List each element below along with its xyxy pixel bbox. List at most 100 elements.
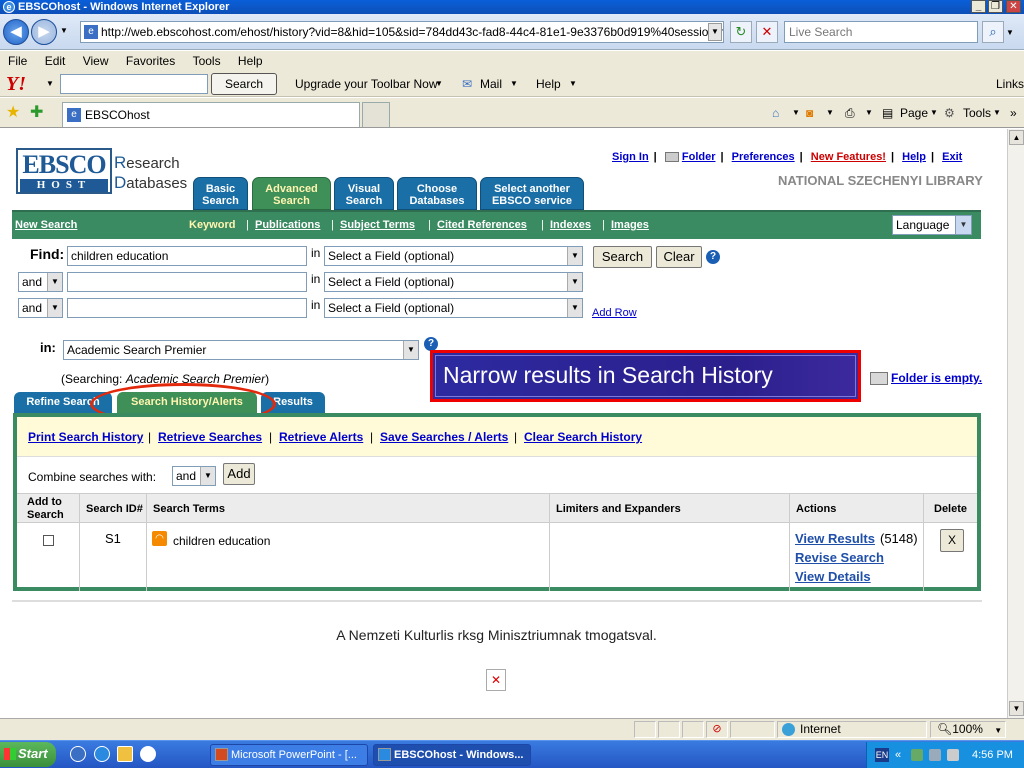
page-menu[interactable]: Page	[900, 105, 928, 121]
find-input-2[interactable]	[67, 272, 307, 292]
history-dropdown-icon[interactable]: ▼	[60, 26, 68, 35]
images-link[interactable]: Images	[611, 219, 649, 231]
upgrade-dropdown-icon[interactable]: ▼	[435, 75, 443, 93]
help-dropdown-icon[interactable]: ▼	[569, 75, 577, 93]
folder-link[interactable]: Folder	[682, 151, 716, 163]
boolean-select-3[interactable]: and ▼	[18, 298, 63, 318]
revise-search-link[interactable]: Revise Search	[795, 550, 884, 565]
restore-button[interactable]: ❐	[988, 0, 1003, 13]
forward-button[interactable]: ▶	[31, 19, 57, 45]
security-icon[interactable]	[929, 749, 941, 761]
exit-link[interactable]: Exit	[942, 151, 962, 163]
scroll-up-icon[interactable]: ▲	[1009, 130, 1024, 145]
feeds-icon[interactable]: ◙	[806, 105, 813, 121]
ebsco-host-logo[interactable]: EBSCO HOST	[16, 148, 112, 194]
tab-choose-databases[interactable]: Choose Databases	[397, 177, 477, 210]
clear-button[interactable]: Clear	[656, 246, 702, 268]
view-results-link[interactable]: View Results	[795, 531, 875, 546]
search-icon[interactable]: ⌕	[982, 21, 1004, 43]
folder-empty-link[interactable]: Folder is empty.	[891, 371, 982, 385]
view-details-link[interactable]: View Details	[795, 569, 871, 584]
network-icon[interactable]	[911, 749, 923, 761]
yahoo-help-link[interactable]: Help	[536, 75, 561, 93]
tab-basic-search[interactable]: Basic Search	[193, 177, 248, 210]
live-search-input[interactable]: Live Search	[784, 21, 978, 43]
stop-icon[interactable]: ✕	[756, 21, 778, 43]
feeds-dropdown-icon[interactable]: ▼	[826, 105, 834, 121]
sign-in-link[interactable]: Sign In	[612, 151, 649, 163]
help-link[interactable]: Help	[902, 151, 926, 163]
tray-expand-icon[interactable]: «	[895, 742, 901, 768]
tab-select-ebsco-service[interactable]: Select another EBSCO service	[480, 177, 584, 210]
taskbar-powerpoint[interactable]: Microsoft PowerPoint - [...	[210, 744, 368, 766]
menu-edit[interactable]: Edit	[45, 54, 66, 68]
print-icon[interactable]: ⎙	[845, 105, 855, 121]
chevron-more-icon[interactable]: »	[1010, 105, 1017, 121]
new-search-link[interactable]: New Search	[15, 219, 77, 231]
page-icon[interactable]: ▤	[882, 105, 893, 121]
search-button[interactable]: Search	[593, 246, 652, 268]
menu-help[interactable]: Help	[238, 54, 263, 68]
add-to-search-checkbox[interactable]	[43, 535, 54, 546]
tools-gear-icon[interactable]: ⚙	[944, 105, 955, 121]
boolean-select-2[interactable]: and ▼	[18, 272, 63, 292]
combine-operator-select[interactable]: and ▼	[172, 466, 216, 486]
field-select-1[interactable]: Select a Field (optional) ▼	[324, 246, 583, 266]
back-button[interactable]: ◀	[3, 19, 29, 45]
quicklaunch-media-icon[interactable]	[140, 746, 156, 762]
new-features-link[interactable]: New Features!	[811, 151, 886, 163]
new-tab-button[interactable]	[362, 102, 390, 127]
menu-view[interactable]: View	[83, 54, 109, 68]
quicklaunch-folder-icon[interactable]	[117, 746, 133, 762]
tools-dropdown-icon[interactable]: ▼	[993, 105, 1001, 121]
scroll-down-icon[interactable]: ▼	[1009, 701, 1024, 716]
yahoo-menu-dropdown-icon[interactable]: ▼	[46, 79, 54, 88]
zoom-level[interactable]: 🔍︎100% ▼	[930, 721, 1006, 738]
delete-search-button[interactable]: X	[940, 529, 964, 552]
field-select-2[interactable]: Select a Field (optional) ▼	[324, 272, 583, 292]
database-help-icon[interactable]: ?	[424, 337, 438, 351]
minimize-button[interactable]: _	[971, 0, 986, 13]
cited-references-link[interactable]: Cited References	[437, 219, 527, 231]
home-dropdown-icon[interactable]: ▼	[792, 105, 800, 121]
volume-icon[interactable]	[947, 749, 959, 761]
yahoo-search-input[interactable]	[60, 74, 208, 94]
database-select[interactable]: Academic Search Premier ▼	[63, 340, 419, 360]
preferences-link[interactable]: Preferences	[732, 151, 795, 163]
taskbar-ebscohost[interactable]: EBSCOhost - Windows...	[373, 744, 531, 766]
browser-tab-ebscohost[interactable]: e EBSCOhost	[62, 102, 360, 127]
protected-mode-icon[interactable]: ⊘	[706, 721, 728, 738]
start-button[interactable]: Start	[0, 742, 56, 767]
publications-link[interactable]: Publications	[255, 219, 320, 231]
tab-advanced-search[interactable]: Advanced Search	[252, 177, 331, 210]
security-zone[interactable]: Internet	[777, 721, 927, 738]
find-input-1[interactable]: children education	[67, 246, 307, 266]
indexes-link[interactable]: Indexes	[550, 219, 591, 231]
menu-favorites[interactable]: Favorites	[126, 54, 175, 68]
mail-link[interactable]: Mail	[480, 75, 502, 93]
quicklaunch-ie-icon[interactable]	[70, 746, 86, 762]
rss-feed-icon[interactable]: ◠	[152, 531, 167, 546]
menu-file[interactable]: File	[8, 54, 27, 68]
yahoo-search-web-button[interactable]: Search Web	[211, 73, 277, 111]
add-favorite-icon[interactable]: ✚	[30, 102, 43, 122]
home-icon[interactable]: ⌂	[772, 105, 779, 121]
links-label[interactable]: Links	[996, 75, 1024, 93]
add-row-link[interactable]: Add Row	[592, 307, 637, 319]
address-bar[interactable]: e http://web.ebscohost.com/ehost/history…	[80, 21, 724, 43]
save-searches-alerts-link[interactable]: Save Searches / Alerts	[380, 430, 508, 444]
clock[interactable]: 4:56 PM	[972, 742, 1013, 768]
quicklaunch-ie2-icon[interactable]	[94, 746, 110, 762]
search-options-dropdown-icon[interactable]: ▼	[1006, 28, 1014, 37]
yahoo-logo-icon[interactable]: Y!	[6, 73, 26, 96]
field-select-3[interactable]: Select a Field (optional) ▼	[324, 298, 583, 318]
address-dropdown-icon[interactable]: ▼	[708, 23, 722, 41]
refresh-icon[interactable]: ↻	[730, 21, 752, 43]
find-input-3[interactable]	[67, 298, 307, 318]
language-select[interactable]: Language ▼	[892, 215, 972, 235]
page-dropdown-icon[interactable]: ▼	[930, 105, 938, 121]
subject-terms-link[interactable]: Subject Terms	[340, 219, 415, 231]
clear-search-history-link[interactable]: Clear Search History	[524, 430, 642, 444]
mail-dropdown-icon[interactable]: ▼	[510, 75, 518, 93]
tab-visual-search[interactable]: Visual Search	[334, 177, 394, 210]
